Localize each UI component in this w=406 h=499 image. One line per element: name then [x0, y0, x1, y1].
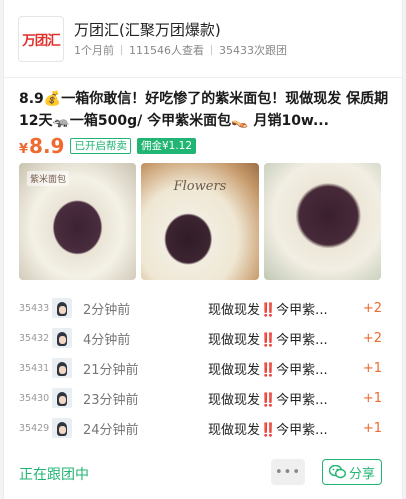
order-time: 23分钟前 [83, 392, 139, 408]
order-item: 现做现发‼️今甲紫... [208, 362, 328, 378]
order-row[interactable]: 35431 21分钟前 现做现发‼️今甲紫... +1 [19, 353, 389, 383]
wechat-icon [328, 465, 346, 479]
commission-tag: 佣金¥1.12 [136, 138, 197, 154]
shop-logo[interactable]: 万团汇 [18, 16, 64, 62]
order-row[interactable]: 35430 23分钟前 现做现发‼️今甲紫... +1 [19, 383, 389, 413]
price-currency: ¥ [19, 142, 29, 157]
group-status: 正在跟团中 [19, 467, 89, 483]
order-time: 2分钟前 [83, 302, 131, 318]
avatar [52, 328, 72, 348]
share-button[interactable]: 分享 [322, 459, 382, 485]
header-divider [4, 77, 402, 78]
product-price: ¥ 8.9 [19, 134, 64, 158]
product-image[interactable] [263, 163, 381, 280]
card-footer: 正在跟团中 ••• 分享 [19, 458, 390, 488]
meta-divider [121, 45, 122, 55]
order-seq: 35432 [19, 332, 50, 344]
order-count: +1 [362, 390, 382, 406]
product-title[interactable]: 8.9💰一箱你敢信！好吃惨了的紫米面包！现做现发 保质期12天🦡一箱500g/ … [19, 88, 389, 132]
meta-divider [211, 45, 212, 55]
avatar [52, 418, 72, 438]
product-images: 紫米面包 Flowers [19, 163, 381, 280]
order-item: 现做现发‼️今甲紫... [208, 422, 328, 438]
order-item: 现做现发‼️今甲紫... [208, 302, 328, 318]
order-seq: 35429 [19, 422, 50, 434]
more-button[interactable]: ••• [271, 459, 305, 485]
price-row: ¥ 8.9 已开启帮卖 佣金¥1.12 [19, 134, 197, 158]
help-sell-tag: 已开启帮卖 [70, 138, 131, 154]
order-count: +1 [362, 420, 382, 436]
image-banner-text: 紫米面包 [27, 171, 70, 186]
order-row[interactable]: 35433 2分钟前 现做现发‼️今甲紫... +2 [19, 293, 389, 323]
order-time: 21分钟前 [83, 362, 139, 378]
share-label: 分享 [348, 466, 375, 482]
shop-age: 1个月前 [74, 44, 114, 57]
image-overlay-text: Flowers [173, 179, 227, 194]
order-row[interactable]: 35432 4分钟前 现做现发‼️今甲紫... +2 [19, 323, 389, 353]
product-image[interactable]: Flowers [141, 163, 259, 280]
shop-name[interactable]: 万团汇(汇聚万团爆款) [74, 19, 221, 40]
shop-meta: 1个月前 111546人查看 35433次跟团 [74, 42, 287, 58]
order-time: 4分钟前 [83, 332, 131, 348]
order-count: +2 [362, 300, 382, 316]
order-item: 现做现发‼️今甲紫... [208, 332, 328, 348]
shop-follows: 35433次跟团 [219, 44, 287, 57]
product-image[interactable]: 紫米面包 [19, 163, 137, 280]
shop-header[interactable]: 万团汇 万团汇(汇聚万团爆款) 1个月前 111546人查看 35433次跟团 [16, 14, 390, 66]
order-item: 现做现发‼️今甲紫... [208, 392, 328, 408]
shop-logo-text: 万团汇 [22, 33, 60, 49]
order-count: +1 [362, 360, 382, 376]
avatar [52, 358, 72, 378]
price-value: 8.9 [29, 134, 65, 158]
shop-views: 111546人查看 [129, 44, 204, 57]
avatar [52, 388, 72, 408]
order-list: 35433 2分钟前 现做现发‼️今甲紫... +2 35432 4分钟前 现做… [19, 293, 389, 443]
order-seq: 35433 [19, 302, 50, 314]
order-row[interactable]: 35429 24分钟前 现做现发‼️今甲紫... +1 [19, 413, 389, 443]
avatar [52, 298, 72, 318]
order-time: 24分钟前 [83, 422, 139, 438]
order-count: +2 [362, 330, 382, 346]
order-seq: 35430 [19, 392, 50, 404]
more-dots-icon: ••• [274, 464, 301, 480]
group-buy-card: 万团汇 万团汇(汇聚万团爆款) 1个月前 111546人查看 35433次跟团 … [3, 0, 403, 499]
order-seq: 35431 [19, 362, 50, 374]
